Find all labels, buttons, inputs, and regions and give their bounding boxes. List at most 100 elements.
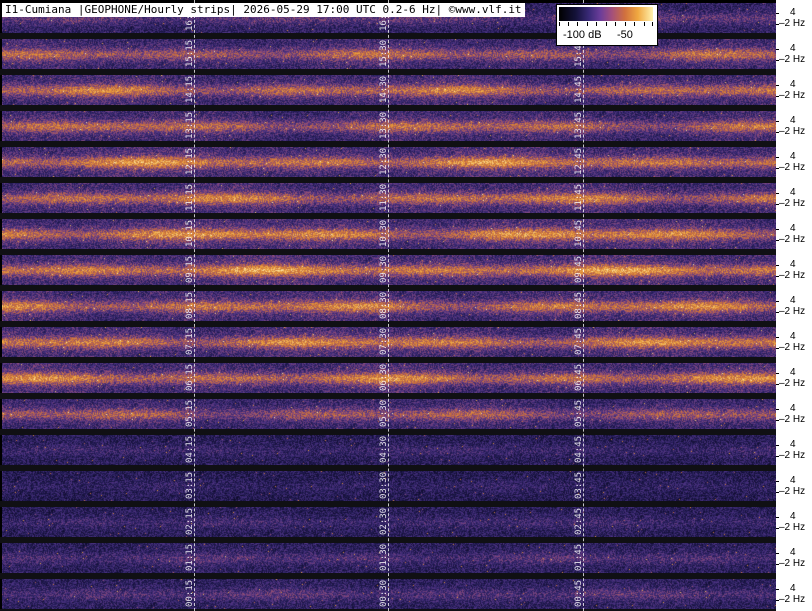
spectrogram-strip [2,579,776,609]
colorbar-gradient [559,7,653,21]
frequency-tick [776,553,779,554]
frequency-label-lower: –2 Hz [779,54,806,65]
frequency-label-upper: 4 [790,223,796,234]
spectrogram-strip [2,507,776,537]
frequency-label-lower: –2 Hz [779,126,806,137]
frequency-label-upper: 4 [790,367,796,378]
frequency-label-lower: –2 Hz [779,18,806,29]
frequency-axis-group: 4 –2 Hz [776,219,812,249]
frequency-label-lower: –2 Hz [779,306,806,317]
spectrogram-strip [2,399,776,429]
frequency-tick [776,157,779,158]
spectrogram-plot: 16:1516:3016:4515:1515:3015:4514:1514:30… [0,0,776,611]
frequency-tick [776,121,779,122]
frequency-axis-group: 4 –2 Hz [776,75,812,105]
frequency-tick [776,373,779,374]
spectrogram-strip [2,255,776,285]
frequency-label-lower: –2 Hz [779,486,806,497]
frequency-tick [776,517,779,518]
spectrogram-strip [2,327,776,357]
frequency-label-upper: 4 [790,151,796,162]
colorbar-low-label: -100 dB [563,29,602,41]
frequency-label-upper: 4 [790,439,796,450]
frequency-tick [776,481,779,482]
frequency-label-lower: –2 Hz [779,162,806,173]
colorbar-high-label: -50 [617,29,633,41]
frequency-tick [776,409,779,410]
spectrogram-strip [2,363,776,393]
spectrogram-strip [2,39,776,69]
frequency-tick [776,193,779,194]
frequency-axis-group: 4 –2 Hz [776,111,812,141]
strip-canvas [2,471,776,501]
frequency-label-upper: 4 [790,547,796,558]
frequency-label-lower: –2 Hz [779,270,806,281]
frequency-tick [776,589,779,590]
frequency-label-upper: 4 [790,583,796,594]
frequency-label-upper: 4 [790,511,796,522]
spectrogram-strip [2,471,776,501]
time-grid-line [388,0,389,611]
frequency-label-upper: 4 [790,115,796,126]
strip-canvas [2,435,776,465]
spectrogram-strip [2,111,776,141]
frequency-tick [776,337,779,338]
frequency-axis-group: 4 –2 Hz [776,507,812,537]
strip-canvas [2,255,776,285]
chart-title: I1-Cumiana |GEOPHONE/Hourly strips| 2026… [2,3,525,17]
frequency-axis-group: 4 –2 Hz [776,255,812,285]
frequency-label-lower: –2 Hz [779,342,806,353]
strip-canvas [2,363,776,393]
frequency-label-lower: –2 Hz [779,90,806,101]
frequency-axis-group: 4 –2 Hz [776,543,812,573]
frequency-label-lower: –2 Hz [779,450,806,461]
frequency-label-upper: 4 [790,43,796,54]
frequency-label-upper: 4 [790,475,796,486]
frequency-axis-group: 4 –2 Hz [776,579,812,609]
spectrogram-strip [2,147,776,177]
frequency-axis-group: 4 –2 Hz [776,3,812,33]
strip-canvas [2,183,776,213]
frequency-axis-group: 4 –2 Hz [776,399,812,429]
frequency-label-upper: 4 [790,403,796,414]
strip-canvas [2,507,776,537]
frequency-label-upper: 4 [790,79,796,90]
frequency-tick [776,445,779,446]
time-grid-line [194,0,195,611]
frequency-axis-group: 4 –2 Hz [776,435,812,465]
colorbar-ticks [559,22,653,27]
frequency-axis-group: 4 –2 Hz [776,39,812,69]
frequency-label-lower: –2 Hz [779,414,806,425]
frequency-label-lower: –2 Hz [779,594,806,605]
strip-canvas [2,543,776,573]
strip-canvas [2,39,776,69]
frequency-axis-group: 4 –2 Hz [776,363,812,393]
strip-canvas [2,579,776,609]
frequency-label-upper: 4 [790,7,796,18]
spectrogram-strip [2,435,776,465]
frequency-label-lower: –2 Hz [779,522,806,533]
frequency-axis-group: 4 –2 Hz [776,291,812,321]
frequency-axis-group: 4 –2 Hz [776,471,812,501]
strip-canvas [2,147,776,177]
frequency-label-upper: 4 [790,331,796,342]
strip-canvas [2,399,776,429]
frequency-tick [776,265,779,266]
spectrogram-strip [2,75,776,105]
frequency-axis-group: 4 –2 Hz [776,147,812,177]
strip-canvas [2,327,776,357]
frequency-label-lower: –2 Hz [779,198,806,209]
frequency-label-upper: 4 [790,187,796,198]
frequency-label-upper: 4 [790,259,796,270]
frequency-label-lower: –2 Hz [779,378,806,389]
spectrogram-strip [2,543,776,573]
colorbar-legend: -100 dB -50 [556,4,658,46]
frequency-label-lower: –2 Hz [779,234,806,245]
spectrogram-strip [2,291,776,321]
frequency-axis: 4 –2 Hz 4 –2 Hz 4 –2 Hz 4 –2 Hz 4 –2 Hz 4 –2 Hz 4 –2 … [776,0,812,611]
strip-canvas [2,291,776,321]
frequency-label-lower: –2 Hz [779,558,806,569]
strip-canvas [2,219,776,249]
strip-canvas [2,111,776,141]
frequency-tick [776,301,779,302]
